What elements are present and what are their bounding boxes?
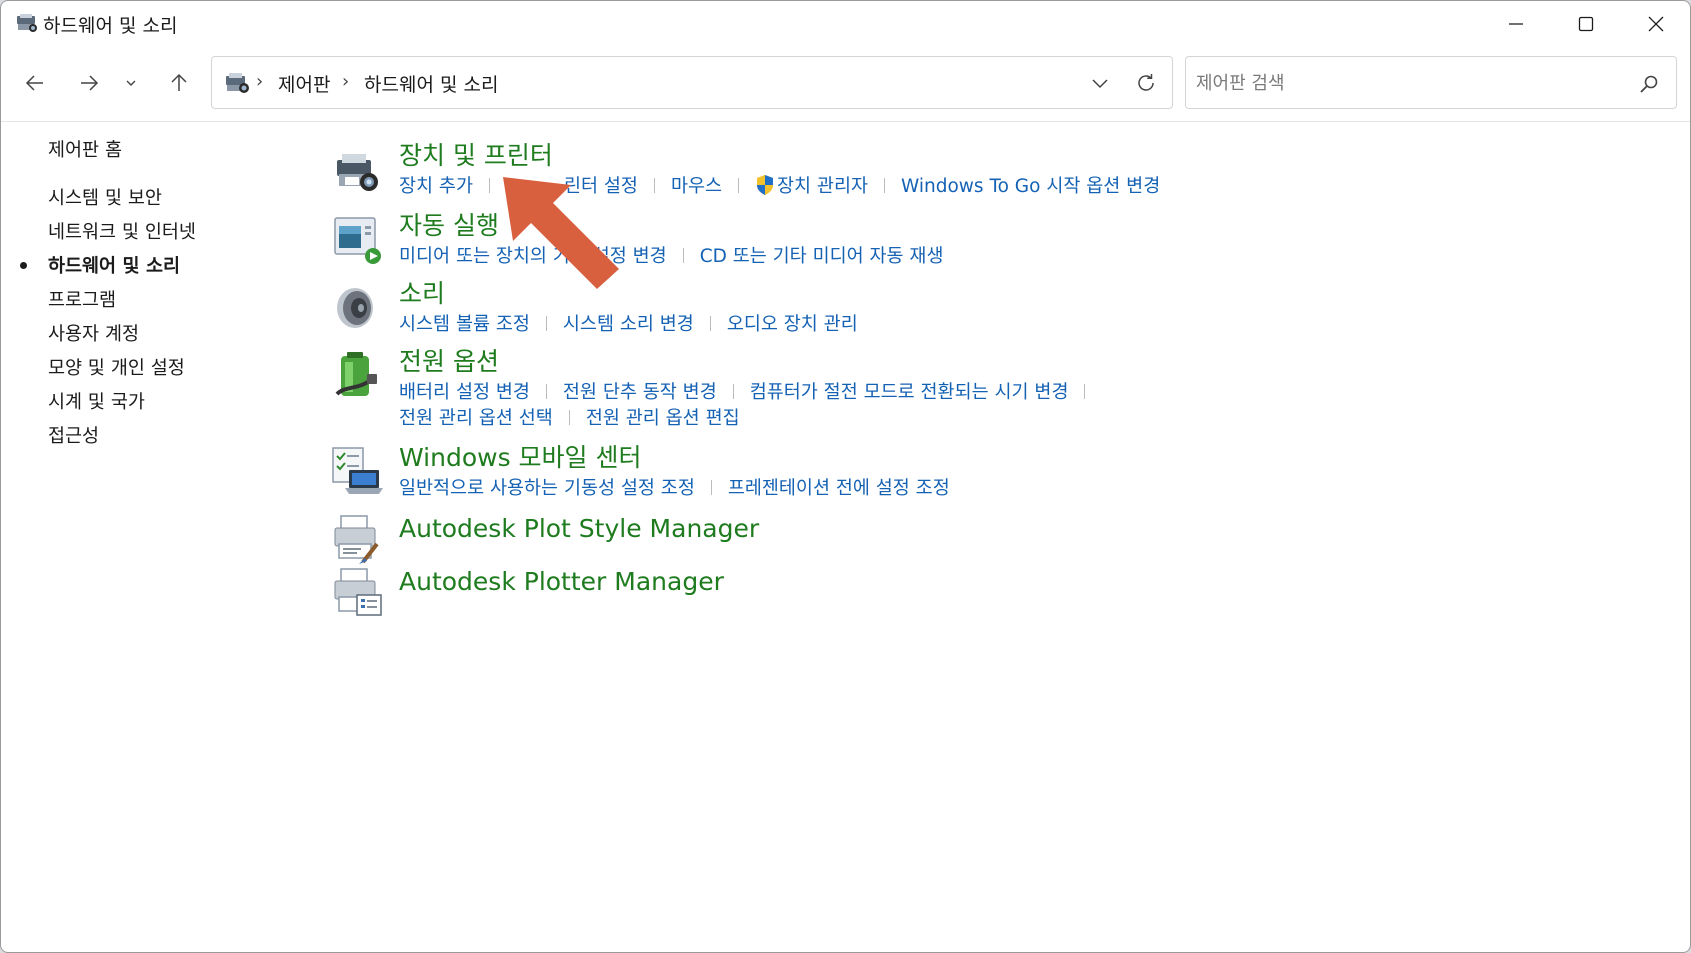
link-separator: [653, 177, 655, 193]
sidebar-item-programs[interactable]: 프로그램: [48, 286, 116, 312]
power-options-links-row2: 전원 관리 옵션 선택 전원 관리 옵션 편집: [399, 404, 740, 430]
sound-links: 시스템 볼륨 조정 시스템 소리 변경 오디오 장치 관리: [399, 310, 858, 336]
change-default-media-settings-link[interactable]: 미디어 또는 장치의 기본 설정 변경: [399, 242, 667, 268]
adjust-system-volume-link[interactable]: 시스템 볼륨 조정: [399, 310, 530, 336]
change-system-sounds-link[interactable]: 시스템 소리 변경: [563, 310, 694, 336]
navigation-bar: › 제어판 › 하드웨어 및 소리: [1, 47, 1690, 117]
maximize-icon: [1578, 16, 1594, 32]
link-separator: [682, 247, 684, 263]
breadcrumb-separator-icon: ›: [342, 71, 350, 92]
close-button[interactable]: [1621, 1, 1690, 47]
breadcrumb-control-panel[interactable]: 제어판: [278, 70, 330, 97]
arrow-left-icon: [25, 75, 43, 91]
sidebar-item-control-panel-home[interactable]: 제어판 홈: [48, 136, 122, 162]
plot-style-icon: [334, 515, 379, 564]
breadcrumb-hardware-sound[interactable]: 하드웨어 및 소리: [364, 70, 498, 97]
link-separator: [1084, 383, 1086, 399]
sidebar: 제어판 홈 시스템 및 보안 네트워크 및 인터넷 하드웨어 및 소리 프로그램…: [1, 122, 301, 922]
mobility-center-title[interactable]: Windows 모바일 센터: [399, 438, 642, 474]
sidebar-item-system-security[interactable]: 시스템 및 보안: [48, 184, 162, 210]
close-icon: [1648, 16, 1664, 32]
arrow-up-icon: [171, 73, 187, 91]
recent-locations-button[interactable]: [117, 65, 145, 101]
change-power-button-link[interactable]: 전원 단추 동작 변경: [563, 378, 717, 404]
cd-autoplay-link[interactable]: CD 또는 기타 미디어 자동 재생: [700, 242, 944, 268]
link-separator: [738, 177, 739, 193]
autoplay-icon: [334, 217, 381, 264]
device-manager-link[interactable]: 장치 관리자: [777, 172, 868, 198]
speaker-icon: [337, 288, 373, 328]
sidebar-item-hardware-sound[interactable]: 하드웨어 및 소리: [48, 252, 180, 278]
minimize-button[interactable]: [1481, 1, 1551, 47]
active-bullet-icon: [20, 262, 27, 269]
adjust-presentation-settings-link[interactable]: 프레젠테이션 전에 설정 조정: [728, 474, 950, 500]
devices-printers-links: 장치 추가 린터 설정 마우스 장치 관리자 Windows To Go 시작 …: [399, 172, 1160, 198]
sidebar-item-accessibility[interactable]: 접근성: [48, 422, 99, 448]
breadcrumb-separator-icon: ›: [256, 71, 264, 92]
printer-camera-icon: [337, 154, 378, 191]
manage-audio-devices-link[interactable]: 오디오 장치 관리: [727, 310, 858, 336]
sidebar-item-network-internet[interactable]: 네트워크 및 인터넷: [48, 218, 196, 244]
power-options-title[interactable]: 전원 옵션: [399, 342, 499, 378]
arrow-right-icon: [81, 75, 99, 91]
refresh-button[interactable]: [1128, 67, 1164, 99]
control-panel-window: 하드웨어 및 소리 › 제어판 › 하드웨어 및 소리 제어판 검색 제어판 홈…: [0, 0, 1691, 953]
sidebar-item-user-accounts[interactable]: 사용자 계정: [48, 320, 139, 346]
address-bar[interactable]: › 제어판 › 하드웨어 및 소리: [211, 56, 1173, 109]
plot-style-manager-title[interactable]: Autodesk Plot Style Manager: [399, 514, 759, 543]
uac-shield-icon: [757, 175, 773, 195]
main-content: 장치 및 프린터 장치 추가 린터 설정 마우스 장치 관리자 Windows …: [321, 122, 1681, 922]
up-button[interactable]: [161, 65, 197, 101]
plotter-manager-title[interactable]: Autodesk Plotter Manager: [399, 567, 724, 596]
sidebar-item-clock-region[interactable]: 시계 및 국가: [48, 388, 145, 414]
mouse-link[interactable]: 마우스: [671, 172, 722, 198]
link-separator: [709, 315, 711, 331]
plotter-icon: [334, 568, 382, 616]
power-options-links-row1: 배터리 설정 변경 전원 단추 동작 변경 컴퓨터가 절전 모드로 전환되는 시…: [399, 378, 1101, 404]
link-separator: [545, 315, 547, 331]
minimize-icon: [1509, 23, 1523, 25]
windows-to-go-link[interactable]: Windows To Go 시작 옵션 변경: [901, 172, 1160, 198]
choose-power-plan-link[interactable]: 전원 관리 옵션 선택: [399, 404, 553, 430]
autoplay-links: 미디어 또는 장치의 기본 설정 변경 CD 또는 기타 미디어 자동 재생: [399, 242, 943, 268]
address-history-dropdown[interactable]: [1082, 69, 1118, 97]
window-title: 하드웨어 및 소리: [43, 15, 178, 37]
title-bar: 하드웨어 및 소리: [1, 1, 1690, 47]
link-separator: [488, 177, 490, 193]
link-separator: [545, 383, 547, 399]
hardware-sound-icon: [226, 73, 249, 93]
maximize-button[interactable]: [1551, 1, 1621, 47]
change-sleep-time-link[interactable]: 컴퓨터가 절전 모드로 전환되는 시기 변경: [750, 378, 1069, 404]
link-separator: [883, 177, 885, 193]
mobility-center-icon: [332, 447, 383, 494]
hardware-sound-app-icon: [17, 14, 37, 32]
mobility-center-links: 일반적으로 사용하는 기동성 설정 조정 프레젠테이션 전에 설정 조정: [399, 474, 950, 500]
forward-button[interactable]: [71, 65, 107, 101]
power-plug-icon: [335, 352, 377, 396]
link-separator: [710, 479, 712, 495]
chevron-down-icon: [1092, 79, 1108, 89]
sound-title[interactable]: 소리: [399, 274, 445, 310]
search-icon[interactable]: [1638, 73, 1660, 95]
edit-power-plan-link[interactable]: 전원 관리 옵션 편집: [586, 404, 740, 430]
search-box[interactable]: [1185, 56, 1677, 109]
link-separator: [732, 383, 734, 399]
sidebar-item-appearance[interactable]: 모양 및 개인 설정: [48, 354, 185, 380]
refresh-icon: [1138, 74, 1154, 91]
devices-printers-title[interactable]: 장치 및 프린터: [399, 136, 553, 172]
autoplay-title[interactable]: 자동 실행: [399, 206, 499, 242]
advanced-printer-setup-link[interactable]: 린터 설정: [564, 172, 638, 198]
add-device-link[interactable]: 장치 추가: [399, 172, 473, 198]
back-button[interactable]: [17, 65, 53, 101]
change-battery-settings-link[interactable]: 배터리 설정 변경: [399, 378, 530, 404]
chevron-down-icon: [126, 80, 136, 86]
adjust-mobility-settings-link[interactable]: 일반적으로 사용하는 기동성 설정 조정: [399, 474, 695, 500]
link-separator: [568, 409, 570, 425]
search-input[interactable]: [1196, 67, 1616, 99]
